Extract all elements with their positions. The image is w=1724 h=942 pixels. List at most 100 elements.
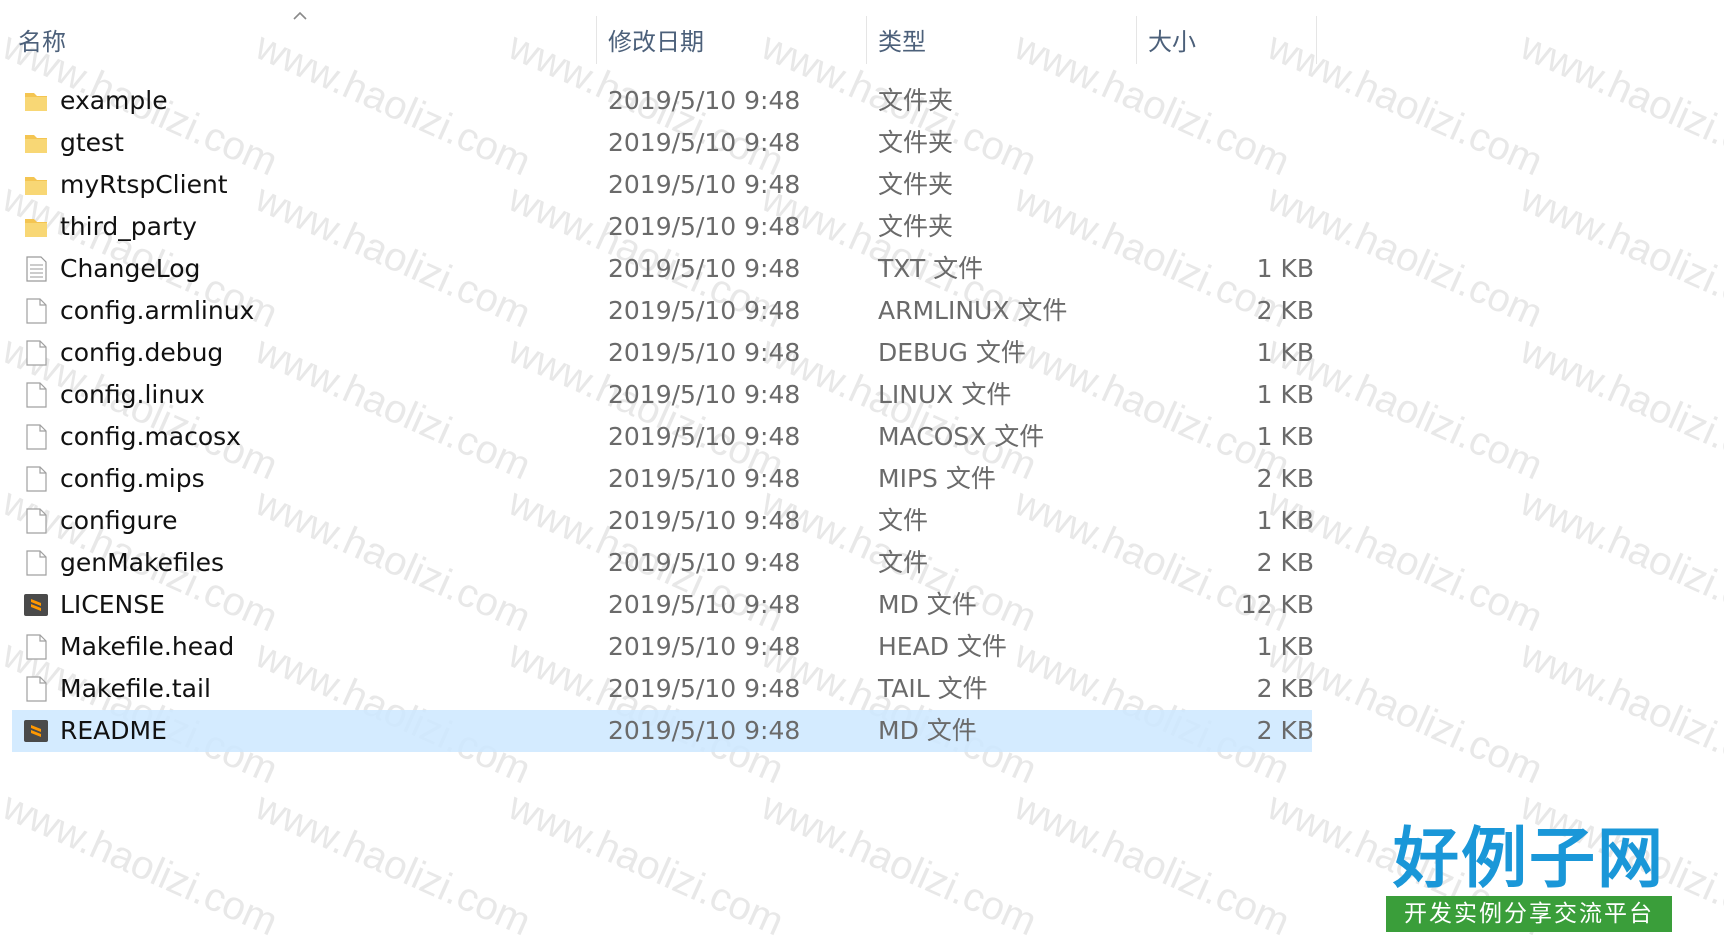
file-modified-date: 2019/5/10 9:48 [608,380,801,409]
watermark-text: www.haolizi.com [755,784,1044,942]
file-row-myrtspclient[interactable]: myRtspClient 2019/5/10 9:48 文件夹 [12,164,1312,206]
file-row-gtest[interactable]: gtest 2019/5/10 9:48 文件夹 [12,122,1312,164]
file-row-third-party[interactable]: third_party 2019/5/10 9:48 文件夹 [12,206,1312,248]
file-size: 2 KB [1256,674,1314,703]
file-size: 2 KB [1256,464,1314,493]
file-type: HEAD 文件 [878,632,1007,661]
file-type: MD 文件 [878,716,977,745]
file-size [1112,164,1314,206]
file-modified-date: 2019/5/10 9:48 [608,86,801,115]
file-row-config-debug[interactable]: config.debug 2019/5/10 9:48 DEBUG 文件 1 KB [12,332,1314,374]
file-name: LICENSE [60,590,165,619]
file-modified-date: 2019/5/10 9:48 [608,506,801,535]
file-row-example[interactable]: example 2019/5/10 9:48 文件夹 [12,80,1312,122]
watermark-text: www.haolizi.com [1514,632,1724,793]
column-divider[interactable] [866,16,867,64]
text-file-icon [22,255,50,283]
file-row-config-armlinux[interactable]: config.armlinux 2019/5/10 9:48 ARMLINUX 文件… [12,290,1314,332]
file-row-genmakefiles[interactable]: genMakefiles 2019/5/10 9:48 文件 2 KB [12,542,1314,584]
file-icon [22,423,50,451]
file-size: 1 KB [1256,422,1314,451]
watermark-text: www.haolizi.com [1008,784,1297,942]
watermark-text: www.haolizi.com [502,784,791,942]
file-modified-date: 2019/5/10 9:48 [608,464,801,493]
file-row-config-linux[interactable]: config.linux 2019/5/10 9:48 LINUX 文件 1 KB [12,374,1314,416]
file-size: 1 KB [1256,338,1314,367]
folder-icon [22,213,50,241]
file-row-license[interactable]: LICENSE 2019/5/10 9:48 MD 文件 12 KB [12,584,1314,626]
file-icon [22,675,50,703]
file-name: Makefile.tail [60,674,211,703]
file-modified-date: 2019/5/10 9:48 [608,632,801,661]
file-modified-date: 2019/5/10 9:48 [608,674,801,703]
file-row-makefile-tail[interactable]: Makefile.tail 2019/5/10 9:48 TAIL 文件 2 KB [12,668,1314,710]
watermark-text: www.haolizi.com [0,784,285,942]
column-name-header[interactable]: 名称 [18,22,66,62]
sort-ascending-icon[interactable] [292,10,308,20]
column-divider[interactable] [1136,16,1137,64]
file-type: LINUX 文件 [878,380,1012,409]
file-modified-date: 2019/5/10 9:48 [608,716,801,745]
file-icon [22,465,50,493]
file-icon [22,381,50,409]
file-modified-date: 2019/5/10 9:48 [608,296,801,325]
file-type: 文件 [878,548,929,577]
file-row-readme[interactable]: README 2019/5/10 9:48 MD 文件 2 KB [12,710,1314,752]
file-name: README [60,716,167,745]
file-type: 文件夹 [878,212,954,241]
file-row-configure[interactable]: configure 2019/5/10 9:48 文件 1 KB [12,500,1314,542]
file-type: DEBUG 文件 [878,338,1026,367]
watermark-text: www.haolizi.com [249,784,538,942]
column-type-header[interactable]: 类型 [878,22,926,62]
file-name: example [60,86,168,115]
logo-title: 好例子网 [1393,819,1665,897]
file-size: 1 KB [1256,506,1314,535]
column-size-header[interactable]: 大小 [1148,22,1196,62]
file-size [1112,122,1314,164]
file-size: 1 KB [1256,380,1314,409]
file-type: MACOSX 文件 [878,422,1045,451]
file-modified-date: 2019/5/10 9:48 [608,590,801,619]
file-type: MD 文件 [878,590,977,619]
file-icon [22,507,50,535]
file-name: config.macosx [60,422,241,451]
file-type: 文件 [878,506,929,535]
column-divider[interactable] [1316,16,1317,64]
folder-icon [22,171,50,199]
file-row-changelog[interactable]: ChangeLog 2019/5/10 9:48 TXT 文件 1 KB [12,248,1314,290]
file-size: 2 KB [1256,716,1314,745]
file-type: 文件夹 [878,128,954,157]
file-name: configure [60,506,178,535]
file-type: 文件夹 [878,86,954,115]
file-size [1112,80,1314,122]
file-name: config.linux [60,380,205,409]
column-header: 名称 修改日期 类型 大小 [0,0,1724,80]
file-icon [22,297,50,325]
file-row-config-mips[interactable]: config.mips 2019/5/10 9:48 MIPS 文件 2 KB [12,458,1314,500]
file-explorer: www.haolizi.com www.haolizi.com www.haoliz… [0,0,1724,942]
file-size: 2 KB [1256,548,1314,577]
file-type: 文件夹 [878,170,954,199]
file-modified-date: 2019/5/10 9:48 [608,548,801,577]
watermark-text: www.haolizi.com [1514,176,1724,337]
file-modified-date: 2019/5/10 9:48 [608,128,801,157]
file-name: gtest [60,128,124,157]
file-name: third_party [60,212,197,241]
column-divider[interactable] [596,16,597,64]
file-row-config-macosx[interactable]: config.macosx 2019/5/10 9:48 MACOSX 文件 1 KB [12,416,1314,458]
file-modified-date: 2019/5/10 9:48 [608,170,801,199]
file-name: config.armlinux [60,296,255,325]
column-date-header[interactable]: 修改日期 [608,22,704,62]
file-name: Makefile.head [60,632,235,661]
file-size: 2 KB [1256,296,1314,325]
file-modified-date: 2019/5/10 9:48 [608,338,801,367]
watermark-text: www.haolizi.com [1514,328,1724,489]
file-row-makefile-head[interactable]: Makefile.head 2019/5/10 9:48 HEAD 文件 1 KB [12,626,1314,668]
file-size: 12 KB [1240,590,1314,619]
file-name: ChangeLog [60,254,201,283]
file-icon [22,549,50,577]
file-modified-date: 2019/5/10 9:48 [608,422,801,451]
watermark-text: www.haolizi.com [1514,480,1724,641]
file-name: genMakefiles [60,548,225,577]
file-name: config.debug [60,338,224,367]
